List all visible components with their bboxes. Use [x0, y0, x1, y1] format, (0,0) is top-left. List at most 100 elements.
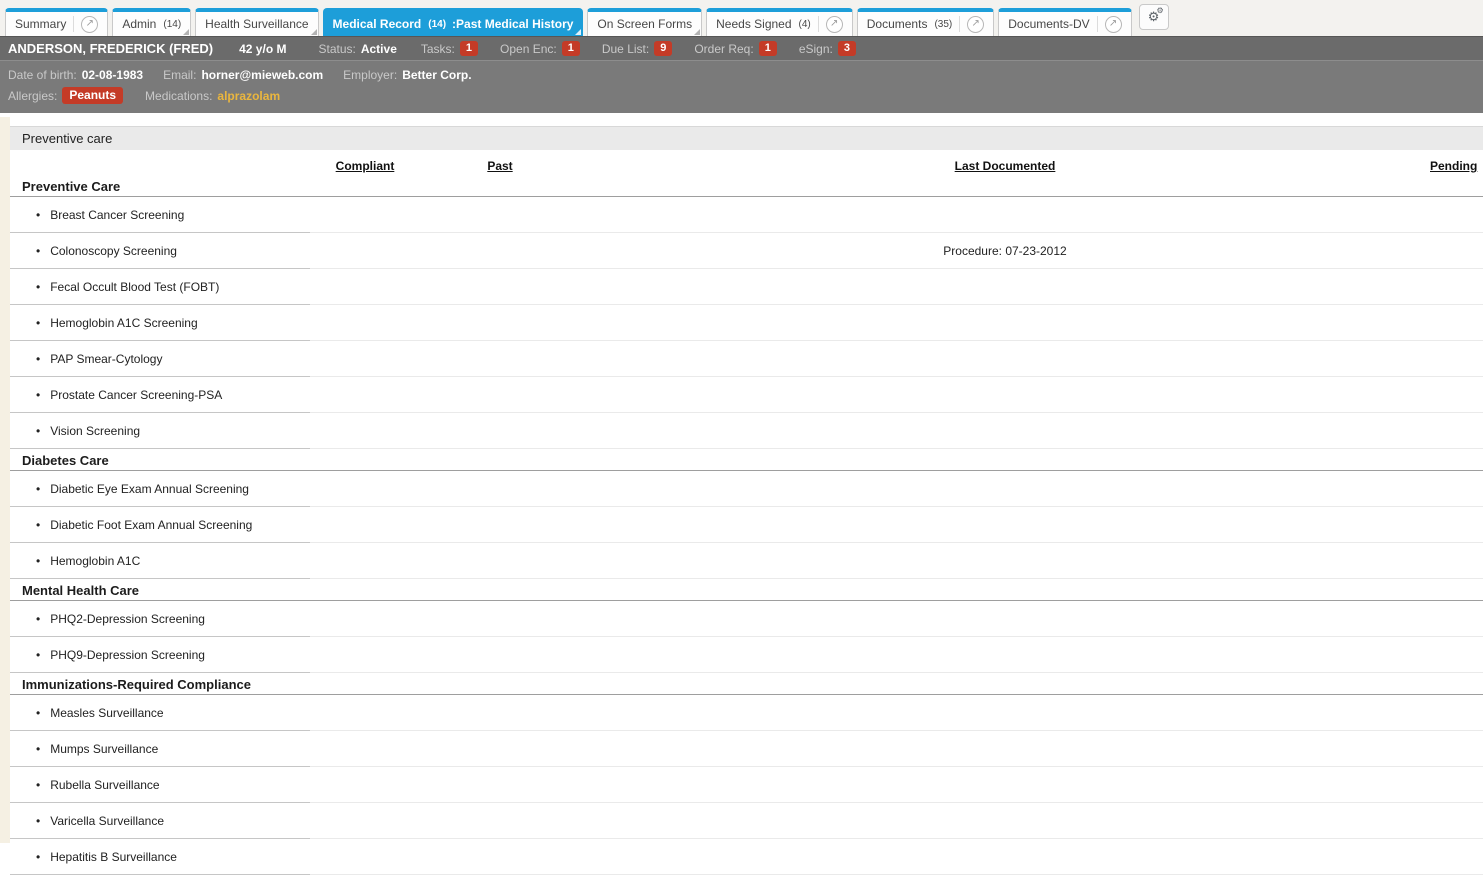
tab-count: (14) [163, 18, 182, 30]
compliant-cell[interactable] [310, 838, 420, 875]
section-header-row: Diabetes Care [10, 448, 1483, 471]
past-cell[interactable] [420, 766, 580, 803]
tab-documents-dv[interactable]: Documents-DV ↗ [998, 8, 1132, 36]
past-cell[interactable] [420, 802, 580, 839]
pending-cell [1430, 268, 1483, 305]
pending-cell [1430, 600, 1483, 637]
last-documented-cell [580, 636, 1430, 673]
compliant-cell[interactable] [310, 304, 420, 341]
last-documented-cell [580, 730, 1430, 767]
pending-column-header[interactable]: Pending [1430, 150, 1483, 175]
tab-count: (4) [798, 18, 811, 30]
compliant-cell[interactable] [310, 196, 420, 233]
screening-name: Diabetic Foot Exam Annual Screening [10, 506, 310, 543]
pending-cell [1430, 232, 1483, 269]
order-req-count-badge[interactable]: 1 [758, 41, 777, 56]
tab-needs-signed[interactable]: Needs Signed (4) ↗ [706, 8, 853, 36]
past-cell[interactable] [420, 470, 580, 507]
tab-label: Summary [15, 17, 67, 31]
past-cell[interactable] [420, 196, 580, 233]
compliant-cell[interactable] [310, 376, 420, 413]
table-row: Hemoglobin A1C Screening [10, 304, 1483, 341]
tab-summary[interactable]: Summary ↗ [5, 8, 109, 36]
tab-label: Medical Record [332, 17, 422, 31]
compliant-cell[interactable] [310, 600, 420, 637]
settings-button[interactable]: ⚙ ⚙ [1138, 4, 1169, 30]
compliant-cell[interactable] [310, 802, 420, 839]
tab-separator [1096, 16, 1098, 32]
past-cell[interactable] [420, 730, 580, 767]
compliant-cell[interactable] [310, 694, 420, 731]
panel-title-bar: Preventive care [10, 126, 1483, 150]
pending-cell [1430, 506, 1483, 543]
past-column-header[interactable]: Past [420, 150, 580, 175]
compliant-cell[interactable] [310, 340, 420, 377]
tab-documents[interactable]: Documents (35) ↗ [856, 8, 995, 36]
section-title: Preventive Care [10, 175, 1483, 197]
table-row: Prostate Cancer Screening-PSA [10, 376, 1483, 413]
pending-cell [1430, 376, 1483, 413]
tab-health-surveillance[interactable]: Health Surveillance [195, 8, 319, 36]
last-documented-cell [580, 268, 1430, 305]
last-documented-cell [580, 196, 1430, 233]
last-documented-cell: Procedure: 07-23-2012 [580, 232, 1430, 269]
table-row: Measles Surveillance [10, 694, 1483, 731]
section-title: Mental Health Care [10, 578, 1483, 601]
tab-admin[interactable]: Admin (14) [112, 8, 192, 36]
medication-link[interactable]: alprazolam [217, 89, 280, 103]
tab-label: Admin [122, 17, 157, 31]
compliant-cell[interactable] [310, 766, 420, 803]
allergy-peanuts-badge[interactable]: Peanuts [62, 86, 124, 105]
last-documented-cell [580, 802, 1430, 839]
past-cell[interactable] [420, 694, 580, 731]
chart-tab-bar: Summary ↗ Admin (14) Health Surveillance… [0, 0, 1483, 36]
screening-name: Hemoglobin A1C Screening [10, 304, 310, 341]
compliant-cell[interactable] [310, 470, 420, 507]
past-cell[interactable] [420, 600, 580, 637]
table-row: Hepatitis B Surveillance [10, 838, 1483, 875]
compliant-cell[interactable] [310, 730, 420, 767]
screening-name: Varicella Surveillance [10, 802, 310, 839]
past-cell[interactable] [420, 340, 580, 377]
past-cell[interactable] [420, 506, 580, 543]
tasks-count-badge[interactable]: 1 [459, 41, 479, 56]
last-documented-cell [580, 412, 1430, 449]
tab-count: (35) [934, 18, 953, 30]
compliant-cell[interactable] [310, 506, 420, 543]
past-cell[interactable] [420, 412, 580, 449]
compliant-cell[interactable] [310, 542, 420, 579]
popout-icon[interactable]: ↗ [1104, 15, 1122, 33]
table-row: Vision Screening [10, 412, 1483, 449]
allergies-label: Allergies: [8, 88, 58, 103]
past-cell[interactable] [420, 304, 580, 341]
tab-label: Documents [866, 17, 928, 31]
esign-count-badge[interactable]: 3 [837, 41, 856, 56]
due-list-count-badge[interactable]: 9 [654, 41, 673, 56]
tab-separator [959, 16, 961, 32]
compliant-cell[interactable] [310, 636, 420, 673]
past-cell[interactable] [420, 376, 580, 413]
past-cell[interactable] [420, 268, 580, 305]
last-documented-cell [580, 304, 1430, 341]
tab-on-screen-forms[interactable]: On Screen Forms [587, 8, 703, 36]
table-row: Varicella Surveillance [10, 802, 1483, 839]
compliant-cell[interactable] [310, 232, 420, 269]
compliant-cell[interactable] [310, 268, 420, 305]
last-documented-column-header[interactable]: Last Documented [580, 150, 1430, 175]
past-cell[interactable] [420, 838, 580, 875]
open-enc-count-badge[interactable]: 1 [561, 41, 580, 56]
corner-fold-icon [183, 29, 190, 35]
tab-medical-record[interactable]: Medical Record (14) :Past Medical Histor… [322, 8, 584, 36]
pending-cell [1430, 196, 1483, 233]
screening-name: Colonoscopy Screening [10, 232, 310, 269]
popout-icon[interactable]: ↗ [967, 15, 985, 33]
compliant-cell[interactable] [310, 412, 420, 449]
popout-icon[interactable]: ↗ [825, 15, 843, 33]
popout-icon[interactable]: ↗ [81, 15, 99, 33]
past-cell[interactable] [420, 636, 580, 673]
past-cell[interactable] [420, 542, 580, 579]
spacer [0, 113, 1483, 126]
past-cell[interactable] [420, 232, 580, 269]
compliant-column-header[interactable]: Compliant [310, 150, 420, 175]
tab-label: Needs Signed [716, 17, 792, 31]
